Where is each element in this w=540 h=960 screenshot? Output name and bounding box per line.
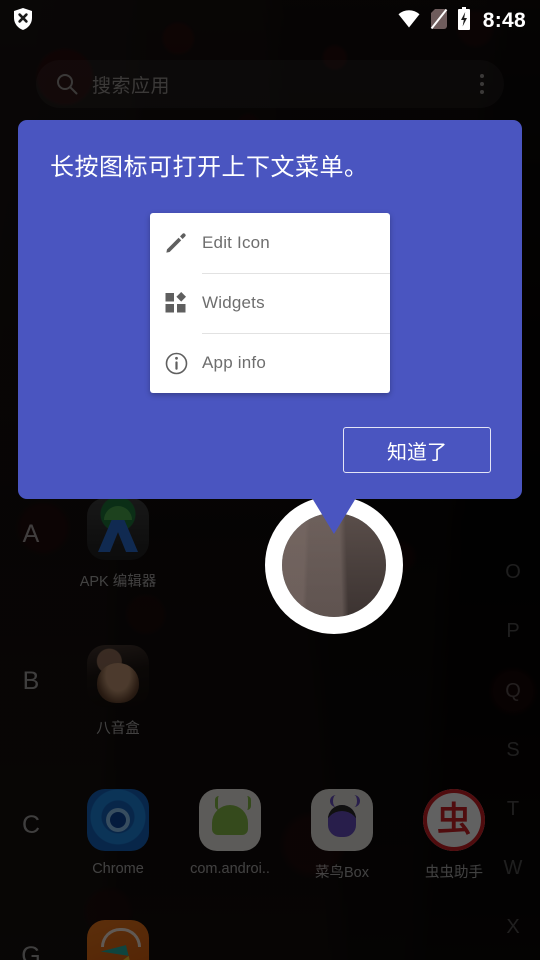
wifi-icon	[397, 9, 421, 34]
tutorial-dialog: 长按图标可打开上下文菜单。 Edit Icon Widgets App info…	[18, 120, 522, 499]
info-circle-icon	[150, 352, 202, 375]
status-bar-left-icons	[12, 7, 34, 36]
got-it-button[interactable]: 知道了	[343, 427, 491, 473]
status-bar-clock: 8:48	[482, 9, 526, 32]
no-sim-icon	[430, 8, 448, 35]
pencil-icon	[150, 232, 202, 254]
status-bar: 8:48	[0, 0, 540, 42]
menu-item-label: Edit Icon	[202, 233, 270, 252]
battery-charging-icon	[457, 7, 471, 35]
menu-item-widgets[interactable]: Widgets	[150, 273, 390, 333]
dialog-pointer-triangle	[312, 498, 356, 534]
menu-item-app-info[interactable]: App info	[150, 333, 390, 393]
android-app-drawer-screen: 8:48 搜索应用 AAPK 编辑器B八音盒CChromecom.androi.…	[0, 0, 540, 960]
widgets-icon	[150, 292, 202, 314]
status-bar-right-icons: 8:48	[397, 7, 526, 35]
menu-item-label: Widgets	[202, 293, 265, 312]
shield-x-icon	[12, 7, 34, 36]
menu-item-label: App info	[202, 353, 266, 372]
tutorial-title: 长按图标可打开上下文菜单。	[50, 154, 369, 181]
menu-item-edit-icon[interactable]: Edit Icon	[150, 213, 390, 273]
context-menu-card: Edit Icon Widgets App info	[150, 213, 390, 393]
